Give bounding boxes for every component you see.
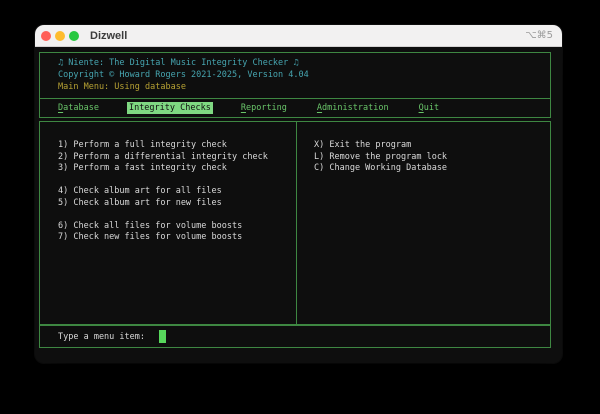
app-title: ♫ Niente: The Digital Music Integrity Ch… xyxy=(58,57,550,69)
menu-item-quit[interactable]: Quit xyxy=(419,103,439,113)
menu-item-administration[interactable]: Administration xyxy=(317,103,389,113)
status-line: Main Menu: Using database xyxy=(58,81,550,93)
window-title: Dizwell xyxy=(90,30,127,42)
menu-option[interactable]: 4) Check album art for all files xyxy=(58,186,296,198)
left-menu-panel: 1) Perform a full integrity check2) Perf… xyxy=(39,121,297,325)
window-shortcut-hint: ⌥⌘5 xyxy=(525,30,553,41)
right-menu-panel: X) Exit the programL) Remove the program… xyxy=(296,121,551,325)
minimize-button[interactable] xyxy=(55,31,65,41)
desktop-background: Dizwell ⌥⌘5 ♫ Niente: The Digital Music … xyxy=(0,0,600,414)
menu-option[interactable]: 7) Check new files for volume boosts xyxy=(58,232,296,244)
window-titlebar[interactable]: Dizwell ⌥⌘5 xyxy=(35,25,562,47)
menu-item-integrity-checks[interactable]: Integrity Checks xyxy=(127,102,213,114)
menu-hotkey-letter: D xyxy=(58,103,63,113)
menu-option[interactable]: X) Exit the program xyxy=(314,140,550,152)
menu-option[interactable]: 2) Perform a differential integrity chec… xyxy=(58,152,296,164)
copyright-line: Copyright © Howard Rogers 2021-2025, Ver… xyxy=(58,69,550,81)
zoom-button[interactable] xyxy=(69,31,79,41)
menu-option[interactable]: L) Remove the program lock xyxy=(314,152,550,164)
blank-line xyxy=(58,175,296,187)
menu-bar: Database Integrity Checks Reporting Adminis… xyxy=(39,98,551,118)
menu-option[interactable]: 1) Perform a full integrity check xyxy=(58,140,296,152)
menu-item-database[interactable]: Database xyxy=(58,103,99,113)
terminal-window: Dizwell ⌥⌘5 ♫ Niente: The Digital Music … xyxy=(35,25,562,363)
prompt-label: Type a menu item: xyxy=(58,332,145,342)
blank-line xyxy=(58,209,296,221)
menu-option[interactable]: 6) Check all files for volume boosts xyxy=(58,221,296,233)
menu-hotkey-letter: A xyxy=(317,103,322,113)
menu-option[interactable]: C) Change Working Database xyxy=(314,163,550,175)
close-button[interactable] xyxy=(41,31,51,41)
menu-hotkey-letter: Q xyxy=(419,103,424,113)
header-box: ♫ Niente: The Digital Music Integrity Ch… xyxy=(39,52,551,99)
menu-option[interactable]: 5) Check album art for new files xyxy=(58,198,296,210)
menu-option[interactable]: 3) Perform a fast integrity check xyxy=(58,163,296,175)
terminal-screen[interactable]: ♫ Niente: The Digital Music Integrity Ch… xyxy=(35,47,562,363)
prompt-box: Type a menu item: xyxy=(39,325,551,348)
text-cursor[interactable] xyxy=(159,330,166,343)
menu-hotkey-letter: R xyxy=(241,103,246,113)
traffic-lights xyxy=(41,31,79,41)
menu-item-reporting[interactable]: Reporting xyxy=(241,103,287,113)
